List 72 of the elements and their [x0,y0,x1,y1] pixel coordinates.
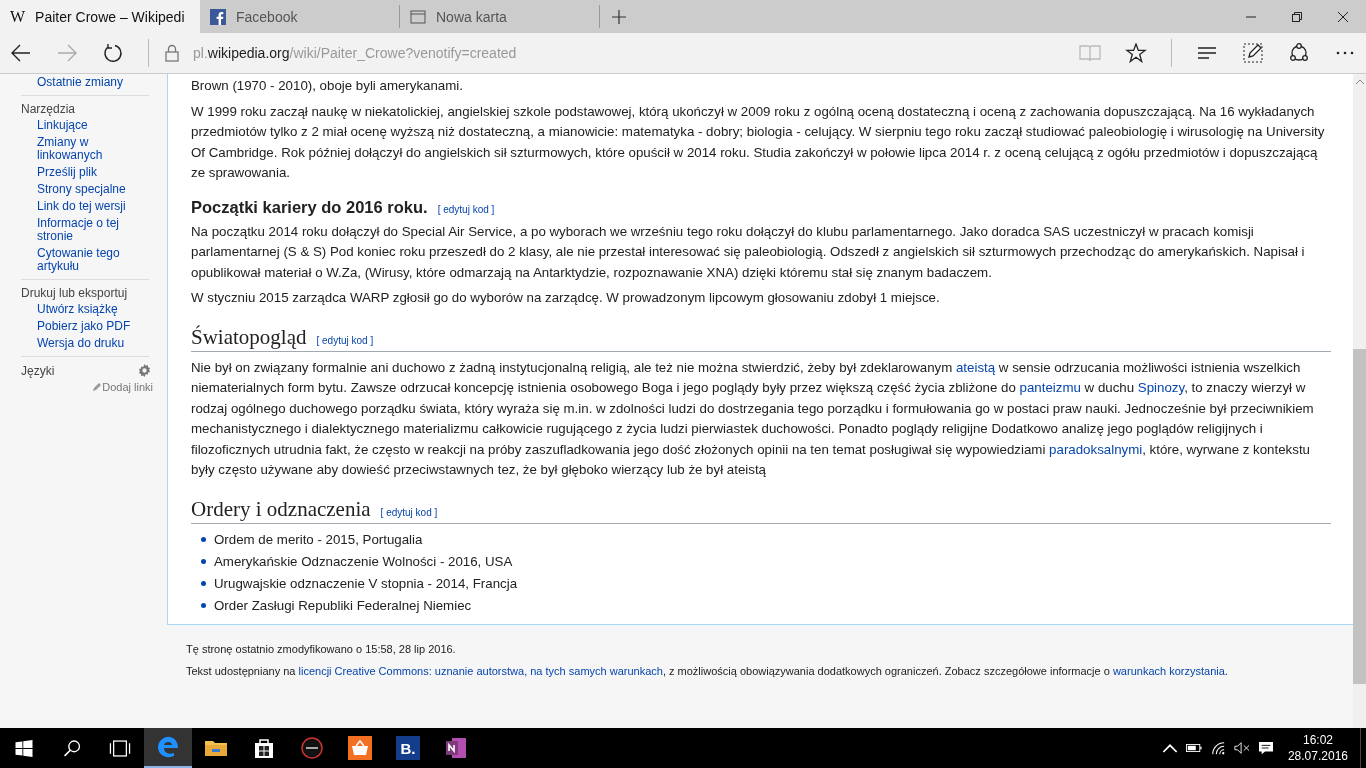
list-item: Ordem de merito - 2015, Portugalia [214,530,423,549]
back-icon[interactable] [10,43,32,63]
edit-link[interactable]: [ edytuj kod ] [316,334,374,346]
section-heading: Światopogląd [191,324,307,350]
browser-tab[interactable]: Facebook [200,5,400,28]
scrollbar[interactable] [1353,74,1366,728]
page-icon [410,8,426,25]
muted-speaker-icon[interactable] [1233,741,1250,755]
text-link[interactable]: panteizmu [1019,380,1081,395]
list-item: Order Zasługi Republiki Federalnej Niemiec [214,596,472,615]
taskbar-app[interactable]: B. [384,728,432,768]
restore-icon[interactable] [1292,11,1302,22]
battery-icon[interactable] [1185,741,1202,755]
section-heading: Początki kariery do 2016 roku. [191,197,428,217]
close-icon[interactable] [1338,11,1348,22]
sidebar-link[interactable]: Linkujące [21,119,131,132]
browser-tab[interactable]: Nowa karta [400,5,600,28]
add-links-link[interactable]: Dodaj linki [92,381,153,393]
sidebar-link[interactable]: Utwórz książkę [21,303,131,316]
sidebar-link[interactable]: Link do tej wersji [21,200,131,213]
lock-icon [165,44,179,62]
sidebar-link[interactable]: Cytowanie tego artykułu [21,247,131,273]
sidebar-link[interactable]: Ostatnie zmiany [21,76,131,89]
sidebar-link[interactable]: Wersja do druku [21,337,131,350]
sidebar-link[interactable]: Pobierz jako PDF [21,320,131,333]
section-heading: Ordery i odznaczenia [191,496,371,522]
sidebar-link[interactable]: Zmiany w linkowanych [21,136,131,162]
bullet-icon [201,559,206,564]
sidebar-heading: Języki [21,363,55,378]
wikipedia-logo: W [10,7,26,26]
basket-icon [348,736,372,760]
browser-tab[interactable]: W Paiter Crowe – Wikipedi [0,0,200,33]
pencil-icon [92,382,103,392]
bullet-icon [201,537,206,542]
share-icon[interactable] [1288,43,1310,63]
sidebar-heading: Narzędzia [21,102,77,116]
list-item: Amerykańskie Odznaczenie Wolności - 2016, USA [214,552,513,571]
settings-icon[interactable] [137,363,152,378]
paragraph: W 1999 roku zaczął naukę w niekatolickiej, angielskiej szkole podstawowej, którą ukończył w 2009 roku z ogólną oceną dostateczną i oceną z zachowania dopuszczającą. Na 16 wykładanych przedmiotów tylko z 2 miał ocenę wyższą niż dostateczną, a mianowicie: matematyka - dobry; biologia - celujący. W sierpniu tego roku zaczął studiować paleobiologię i wirusologię na University Of Cambridge. Rok później dołączył do angielskich sił szturmowych, które opuścił w 2014 roku. Studia zakończył w połowie lipca 2014 r. z oceną celującą z ogółu przedmiotów i dopuszczającą ze sprawowania. [191,102,1326,182]
wifi-icon[interactable] [1209,741,1226,755]
paragraph: Brown (1970 - 2010), oboje byli amerykanami. [191,77,464,95]
paragraph: Nie był on związany formalnie ani duchowo z żadną instytucjonalną religią, ale też nie można stwierdzić, żeby był zdeklarowanym ateistą w sensie odrzucania możliwości istnienia wszelkich niematerialnych form bytu. Zawsze odrzucał koncepcję istnienia osobowego Boga i jego poglądy były przez większą część życia zbliżone do panteizmu w duchu Spinozy, to znaczy wierzył w rodzaj ogólnego duchowego porządku świata, który wyraża się m.in. w zdolności ludzi do dostrzegania tego porządku i formułowania go w postaci praw nauki. Jednocześnie był przeciwnikiem mechanistycznego i dialektycznego materializmu całkowicie rugującego z życia ludzi pierwiastek duchowości. Ponadto poglądy religijne Dodatkowo analizę jego poglądów religijnych i filozoficznych utrudnia fakt, że często w reakcji na próby zaszufladkowania jego dość złożonych opinii na ten temat posługiwał się wypowiedziami paradoksalnymi, które, wyrwane z kontekstu były często używane aby dowieść przeciwstawnych tez, że był głęboko wierzący lub że był ateistą [191,358,1315,479]
store-icon [252,736,276,760]
footer-text: Tę stronę ostatnio zmodyfikowano o 15:58, 28 lip 2016. [186,642,457,655]
facebook-icon [210,8,226,25]
text-link[interactable]: licencji Creative Commons: uznanie autorstwa, na tych samych warunkach [298,664,663,677]
note-pen-icon[interactable] [1242,43,1264,63]
scroll-thumb[interactable] [1353,349,1366,684]
notification-icon[interactable] [1257,741,1274,755]
refresh-icon[interactable] [102,43,124,63]
clock[interactable]: 16:02 28.07.2016 [1287,732,1348,764]
bullet-icon [201,581,206,586]
list-item: Urugwajskie odznaczenie V stopnia - 2014, Francja [214,574,518,593]
paragraph: Na początku 2014 roku dołączył do Special Air Service, a po wyborach we wrześniu tego roku dołączył do klubu parlamentarnego. Jako doradca SAS uczestniczył w pracach komisji parlamentarnej (S & S) Pod koniec roku przeszedł do 2 klasy, ale nie przestał interesować się paleobiologią. Odszedł z angielskich sił szturmowych przechodząc do amerykańskich. Napisał i opublikował materiał o W.Za, (Wirusy, które odmarzają na Antarktydzie, rozpoznawanie XNA) dzięki któremu stał się znanym badaczem. [191,222,1306,282]
footer-text: Tekst udostępniany na licencji Creative Commons: uznanie autorstwa, na tych samych warunkach, z możliwością obowiązywania dodatkowych ograniczeń. Zobacz szczegółowe informacje o warunkach korzystania. [186,664,1229,677]
star-icon[interactable] [1125,43,1147,63]
scroll-up-icon[interactable] [1355,79,1364,84]
edit-link[interactable]: [ edytuj kod ] [437,203,495,215]
paragraph: W styczniu 2015 zarządca WARP zgłosił go do wyborów na zarządcę. W prowadzonym lipcowym głosowaniu zdobył 1 miejsce. [191,289,941,307]
edit-link[interactable]: [ edytuj kod ] [380,506,438,518]
sidebar-link[interactable]: Prześlij plik [21,166,131,179]
text-link[interactable]: ateistą [955,359,996,375]
sidebar-heading: Drukuj lub eksportuj [21,286,129,300]
notebook-icon [444,736,468,760]
browser-icon [156,735,180,759]
bullet-icon [201,603,206,608]
sidebar-link[interactable]: Strony specjalne [21,183,131,196]
app-icon [300,736,324,760]
sidebar-link[interactable]: Informacje o tej stronie [21,217,131,243]
text-link[interactable]: warunkach korzystania [1112,664,1225,677]
new-tab-icon[interactable] [612,9,626,24]
taskbar-app[interactable] [144,728,192,768]
